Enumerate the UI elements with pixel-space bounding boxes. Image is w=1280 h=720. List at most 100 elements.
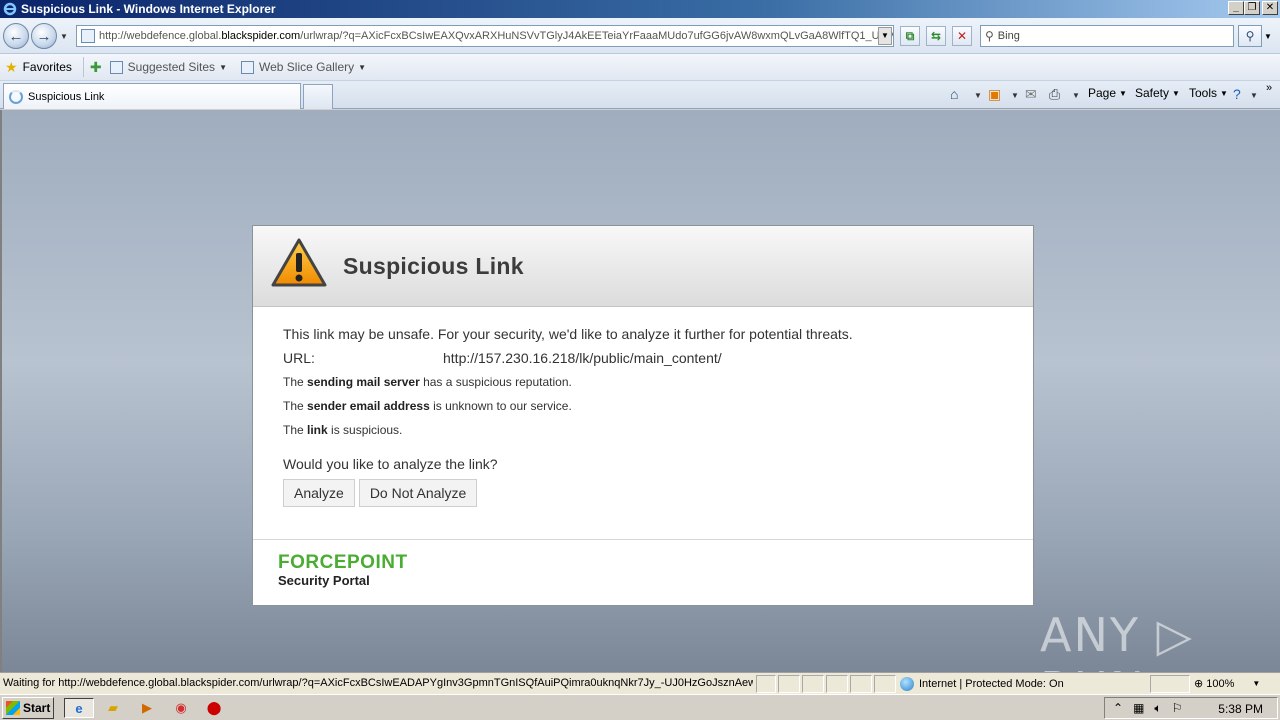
security-portal-label: Security Portal [278, 573, 370, 588]
back-button[interactable]: ← [3, 23, 29, 49]
address-input[interactable]: http://webdefence.global. blackspider.com… [76, 25, 894, 47]
reason-text: is unknown to our service. [429, 399, 572, 413]
mail-icon[interactable]: ✉ [1025, 86, 1037, 103]
forward-arrow-icon: → [36, 27, 52, 45]
suspicious-link-panel: Suspicious Link This link may be unsafe.… [252, 225, 1034, 606]
status-cell [802, 675, 824, 693]
home-dropdown-icon[interactable]: ▼ [974, 91, 982, 100]
page-menu-label: Page [1088, 86, 1117, 100]
restore-button[interactable]: ❐ [1244, 1, 1260, 15]
taskbar-ie-button[interactable]: e [64, 698, 94, 718]
reason-emphasis: link [307, 423, 328, 437]
panel-body: This link may be unsafe. For your securi… [283, 326, 1003, 507]
taskbar-explorer-button[interactable]: ▰ [102, 698, 124, 718]
refresh-button[interactable]: ⇆ [926, 26, 946, 46]
safety-menu-label: Safety [1135, 86, 1170, 100]
tools-menu[interactable]: Tools ▼ [1189, 86, 1228, 100]
reason-mail-server: The sending mail server has a suspicious… [283, 375, 1003, 389]
suggested-sites-label: Suggested Sites [127, 60, 216, 74]
page-icon [81, 29, 95, 43]
chevron-down-icon: ▼ [1119, 88, 1127, 98]
chevron-down-icon: ▼ [358, 62, 367, 72]
internet-zone-icon [900, 677, 914, 691]
reason-text: The [283, 375, 308, 389]
star-icon: ★ [5, 58, 18, 75]
close-window-button[interactable]: ✕ [1262, 1, 1278, 15]
search-options-dropdown-icon[interactable]: ▼ [1264, 32, 1272, 41]
forward-button[interactable]: → [31, 23, 57, 49]
search-input[interactable]: ⚲ Bing [980, 25, 1234, 47]
reason-link: The link is suspicious. [283, 423, 1003, 437]
chevron-down-icon: ▼ [1252, 679, 1261, 688]
stop-icon: ✕ [956, 29, 968, 43]
status-cell [850, 675, 872, 693]
reason-text: The [283, 399, 308, 413]
add-to-favorites-icon[interactable]: ✚ [90, 59, 102, 76]
feeds-icon[interactable]: ▣ [988, 86, 1001, 103]
analyze-button[interactable]: Analyze [283, 479, 355, 507]
volume-icon[interactable]: 🔈︎ [1154, 701, 1161, 716]
compatibility-view-button[interactable]: ⧉ [900, 26, 920, 46]
minimize-button[interactable]: _ [1228, 1, 1244, 15]
feeds-dropdown-icon[interactable]: ▼ [1011, 91, 1019, 100]
do-not-analyze-button[interactable]: Do Not Analyze [358, 479, 478, 507]
stop-button[interactable]: ✕ [952, 26, 972, 46]
taskbar-security-button[interactable]: ⬤ [203, 698, 225, 718]
search-button[interactable]: ⚲ [1238, 25, 1262, 47]
print-icon[interactable]: ⎙ [1049, 86, 1060, 103]
analyze-question: Would you like to analyze the link? [283, 456, 498, 472]
favorites-button[interactable]: ★ Favorites [5, 59, 72, 76]
safety-menu[interactable]: Safety ▼ [1135, 86, 1180, 100]
compatibility-icon: ⧉ [905, 28, 915, 43]
clock[interactable]: 5:38 PM [1218, 702, 1263, 716]
help-dropdown-icon[interactable]: ▼ [1250, 91, 1258, 100]
network-icon[interactable]: ▦ [1133, 701, 1144, 715]
ie-logo-icon [3, 2, 17, 16]
suggested-sites-link[interactable]: Suggested Sites ▼ [109, 60, 227, 74]
loading-spinner-icon [9, 89, 23, 104]
refresh-icon: ⇆ [930, 29, 942, 43]
reason-text: has a suspicious reputation. [419, 375, 572, 389]
favorites-label: Favorites [22, 60, 72, 74]
zoom-icon: ⊕ [1194, 678, 1204, 690]
status-bar: Waiting for http://webdefence.global.bla… [0, 672, 1280, 694]
action-center-flag-icon[interactable]: ⚐ [1172, 701, 1183, 715]
panel-footer: FORCEPOINT Security Portal [253, 539, 1033, 605]
url-label: URL: [283, 350, 315, 366]
chevron-down-icon: ▼ [1172, 88, 1180, 98]
protected-mode-cell[interactable] [1150, 675, 1190, 693]
reason-emphasis: sender email address [307, 399, 430, 413]
home-icon[interactable]: ⌂ [950, 86, 958, 102]
new-tab-button[interactable] [303, 84, 333, 109]
chrome-icon: ◉ [175, 700, 187, 715]
url-host: blackspider.com [221, 30, 301, 42]
security-zone[interactable]: Internet | Protected Mode: On [900, 677, 1064, 691]
page-menu[interactable]: Page ▼ [1088, 86, 1127, 100]
status-cell [826, 675, 848, 693]
start-label: Start [23, 701, 51, 715]
status-message: Waiting for http://webdefence.global.bla… [3, 677, 753, 689]
web-slice-gallery-link[interactable]: Web Slice Gallery ▼ [240, 60, 367, 74]
start-button[interactable]: Start [2, 697, 54, 719]
tray-expand-icon[interactable]: ⌃ [1113, 701, 1123, 715]
taskbar-media-player-button[interactable]: ▶ [136, 698, 158, 718]
chevron-more-icon[interactable]: » [1266, 82, 1272, 94]
history-dropdown-icon[interactable]: ▼ [60, 32, 68, 41]
tab-suspicious-link[interactable]: Suspicious Link [3, 83, 301, 109]
zone-label: Internet | Protected Mode: On [919, 678, 1064, 690]
reason-text: The [283, 423, 308, 437]
help-icon[interactable]: ? [1233, 86, 1241, 102]
back-arrow-icon: ← [8, 27, 24, 45]
print-dropdown-icon[interactable]: ▼ [1072, 91, 1080, 100]
web-slice-icon [240, 60, 254, 74]
status-cell [874, 675, 896, 693]
zoom-control[interactable]: ⊕ 100% ▼ [1194, 677, 1261, 691]
zoom-level: 100% [1206, 677, 1235, 690]
search-provider-icon: ⚲ [985, 29, 994, 43]
taskbar-chrome-button[interactable]: ◉ [170, 698, 192, 718]
url-rest: /urlwrap/?q=AXicFcxBCsIwEAXQvxARXHuNSVvT… [300, 30, 894, 42]
address-dropdown-button[interactable]: ▼ [878, 27, 892, 45]
page-content: Suspicious Link This link may be unsafe.… [0, 110, 1280, 716]
suggested-sites-icon [109, 60, 123, 74]
search-icon: ⚲ [1245, 29, 1255, 43]
